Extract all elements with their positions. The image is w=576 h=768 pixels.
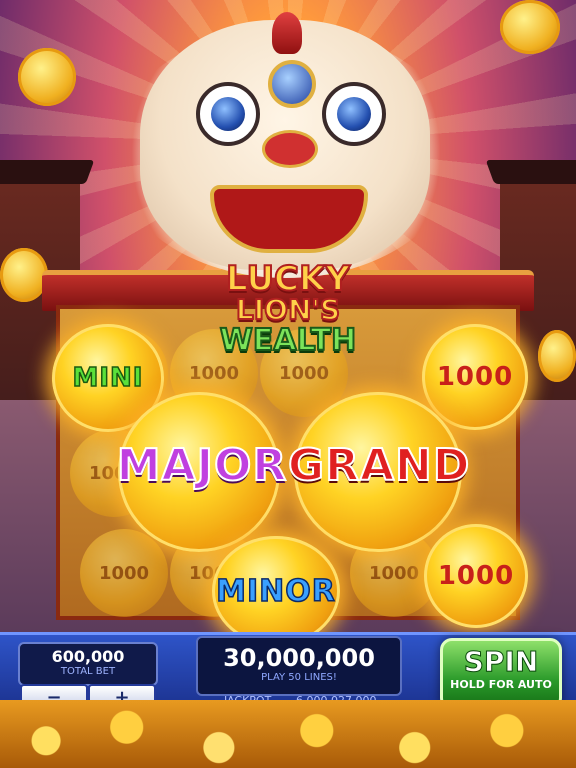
- total-bet-display: 600,000 TOTAL BET: [18, 642, 158, 686]
- roof-right: [485, 160, 576, 184]
- win-value: 30,000,000: [223, 644, 375, 672]
- grand-label: GRAND: [287, 439, 471, 492]
- logo-line-2: LION'S: [235, 293, 341, 326]
- logo-line-3: WEALTH: [219, 323, 358, 358]
- lion-eye-right-icon: [322, 82, 386, 146]
- floating-coin-icon: [538, 330, 576, 382]
- lion-horn-icon: [272, 12, 302, 54]
- coin-value-bottom-right: 1000: [424, 524, 528, 628]
- logo-line-1: LUCKY: [225, 259, 351, 299]
- floating-coin-icon: [18, 48, 76, 106]
- win-display: 30,000,000 PLAY 50 LINES!: [196, 636, 402, 696]
- lion-nose-icon: [262, 130, 318, 168]
- minor-label: MINOR: [215, 573, 336, 610]
- coin-value: 1000: [436, 362, 514, 392]
- floating-coin-icon: [0, 248, 48, 302]
- game-logo: LUCKY LION'S WEALTH: [180, 259, 396, 358]
- roof-left: [0, 160, 95, 184]
- major-label: MAJOR: [116, 439, 288, 492]
- coin-pile: [0, 700, 576, 768]
- minor-jackpot-coin: MINOR: [212, 536, 340, 646]
- coin-value: 1000: [437, 561, 515, 591]
- lion-eye-left-icon: [196, 82, 260, 146]
- mini-label: MINI: [72, 362, 144, 394]
- floating-coin-icon: [500, 0, 560, 54]
- spin-label: SPIN: [463, 645, 539, 679]
- total-bet-value: 600,000: [51, 647, 125, 666]
- reel-symbol: 1000: [80, 529, 168, 617]
- spin-subtitle: HOLD FOR AUTO: [450, 678, 552, 691]
- lion-gem-icon: [268, 60, 316, 108]
- lines-label: PLAY 50 LINES!: [261, 672, 337, 683]
- coin-value-top-right: 1000: [422, 324, 528, 430]
- total-bet-label: TOTAL BET: [60, 666, 116, 677]
